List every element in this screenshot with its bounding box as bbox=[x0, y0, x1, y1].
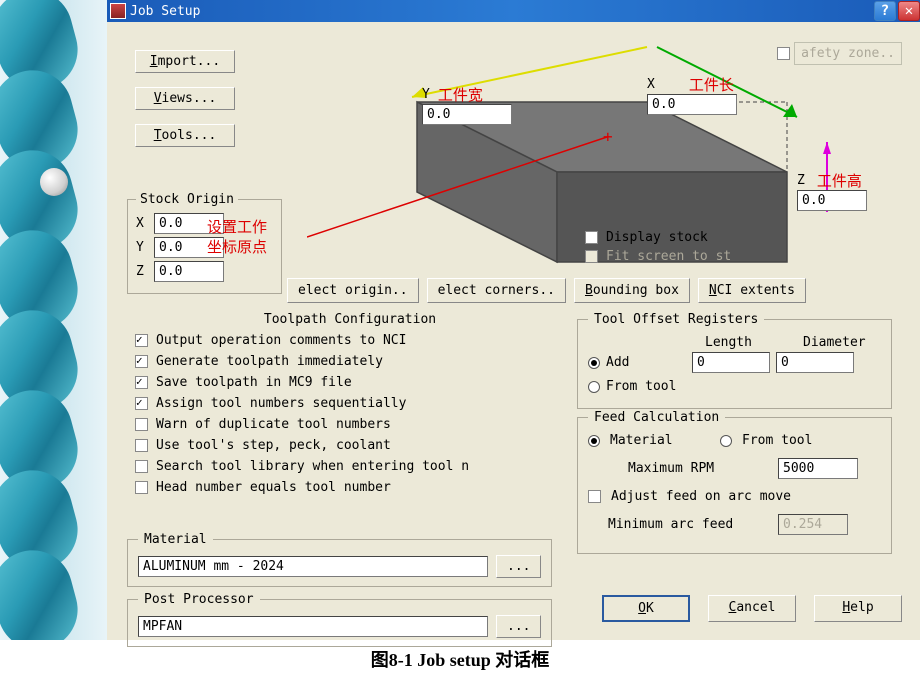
chk-warn-duplicate[interactable] bbox=[135, 418, 148, 431]
select-origin-button[interactable]: elect origin.. bbox=[287, 278, 419, 303]
min-arc-feed-input: 0.254 bbox=[778, 514, 848, 535]
radio-from-tool-offset[interactable] bbox=[588, 381, 600, 393]
views-button[interactable]: Views... bbox=[135, 87, 235, 110]
select-corners-button[interactable]: elect corners.. bbox=[427, 278, 566, 303]
display-stock-label: Display stock bbox=[606, 230, 708, 245]
z-label: Z bbox=[797, 173, 805, 188]
help-button[interactable]: Help bbox=[814, 595, 902, 622]
feed-calc-group: Feed Calculation Material From tool Maxi… bbox=[577, 410, 892, 554]
nci-extents-button[interactable]: NCI extents bbox=[698, 278, 806, 303]
stock-origin-legend: Stock Origin bbox=[136, 192, 238, 207]
radio-add[interactable] bbox=[588, 357, 600, 369]
chk-output-comments[interactable] bbox=[135, 334, 148, 347]
bounding-box-button[interactable]: Bounding box bbox=[574, 278, 690, 303]
radio-material[interactable] bbox=[588, 435, 600, 447]
origin-z-input[interactable]: 0.0 bbox=[154, 261, 224, 282]
y-label: Y bbox=[422, 87, 430, 102]
app-icon bbox=[110, 3, 126, 19]
fit-screen-checkbox bbox=[585, 250, 598, 263]
chk-assign-sequential[interactable] bbox=[135, 397, 148, 410]
annotation-width: 工件宽 bbox=[438, 84, 483, 105]
feed-calc-legend: Feed Calculation bbox=[588, 410, 725, 425]
radio-from-tool-feed[interactable] bbox=[720, 435, 732, 447]
offset-diameter-input[interactable]: 0 bbox=[776, 352, 854, 373]
material-group: Material ALUMINUM mm - 2024 ... bbox=[127, 532, 552, 587]
chk-use-tool-step[interactable] bbox=[135, 439, 148, 452]
material-browse-button[interactable]: ... bbox=[496, 555, 541, 578]
annotation-height: 工件高 bbox=[817, 170, 862, 191]
titlebar-help-button[interactable]: ? bbox=[874, 1, 896, 21]
tools-button[interactable]: Tools... bbox=[135, 124, 235, 147]
y-dim-input[interactable]: 0.0 bbox=[422, 104, 512, 125]
figure-caption: 图8-1 Job setup 对话框 bbox=[0, 646, 920, 672]
annotation-origin-2: 坐标原点 bbox=[207, 236, 267, 257]
dialog-body: Import... Views... Tools... afety zone.. bbox=[107, 22, 920, 640]
titlebar-close-button[interactable]: ✕ bbox=[898, 1, 920, 21]
offset-length-input[interactable]: 0 bbox=[692, 352, 770, 373]
svg-text:+: + bbox=[603, 127, 613, 146]
x-label: X bbox=[647, 77, 655, 92]
chk-adjust-feed-arc[interactable] bbox=[588, 490, 601, 503]
import-button[interactable]: Import... bbox=[135, 50, 235, 73]
max-rpm-input[interactable]: 5000 bbox=[778, 458, 858, 479]
ok-button[interactable]: OK bbox=[602, 595, 690, 622]
fit-screen-label: Fit screen to st bbox=[606, 249, 731, 264]
post-processor-browse-button[interactable]: ... bbox=[496, 615, 541, 638]
chk-generate-immediately[interactable] bbox=[135, 355, 148, 368]
material-legend: Material bbox=[138, 532, 213, 547]
decorative-sidebar bbox=[0, 0, 107, 640]
chk-head-equals-tool[interactable] bbox=[135, 481, 148, 494]
x-dim-input[interactable]: 0.0 bbox=[647, 94, 737, 115]
toolpath-legend: Toolpath Configuration bbox=[135, 312, 565, 327]
post-processor-legend: Post Processor bbox=[138, 592, 260, 607]
material-input[interactable]: ALUMINUM mm - 2024 bbox=[138, 556, 488, 577]
chk-search-library[interactable] bbox=[135, 460, 148, 473]
post-processor-input[interactable]: MPFAN bbox=[138, 616, 488, 637]
window-title: Job Setup bbox=[130, 4, 200, 19]
z-dim-input[interactable]: 0.0 bbox=[797, 190, 867, 211]
annotation-origin-1: 设置工作 bbox=[207, 216, 267, 237]
cancel-button[interactable]: Cancel bbox=[708, 595, 796, 622]
titlebar: Job Setup ? ✕ bbox=[107, 0, 920, 22]
tool-offset-group: Tool Offset Registers LengthDiameter Add… bbox=[577, 312, 892, 409]
toolpath-config-group: Toolpath Configuration Output operation … bbox=[135, 312, 565, 501]
post-processor-group: Post Processor MPFAN ... bbox=[127, 592, 552, 647]
tool-offset-legend: Tool Offset Registers bbox=[588, 312, 764, 327]
chk-save-mc9[interactable] bbox=[135, 376, 148, 389]
display-stock-checkbox[interactable] bbox=[585, 231, 598, 244]
annotation-length: 工件长 bbox=[689, 74, 734, 95]
